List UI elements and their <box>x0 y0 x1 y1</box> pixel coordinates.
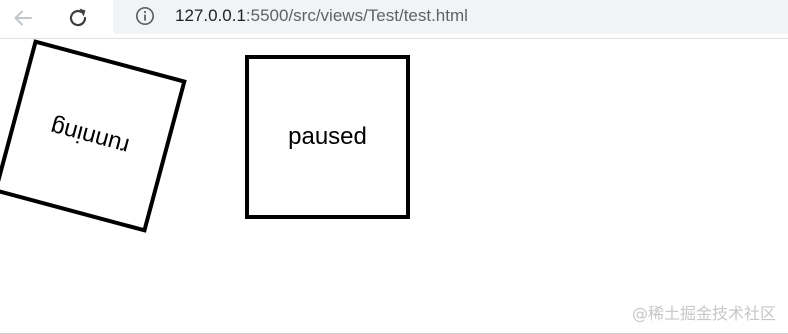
url-host: 127.0.0.1 <box>175 6 246 25</box>
watermark: @稀土掘金技术社区 <box>631 304 776 323</box>
paused-box: paused <box>245 55 410 219</box>
reload-button[interactable] <box>63 4 93 32</box>
browser-window: 127.0.0.1:5500/src/views/Test/test.html … <box>0 0 788 334</box>
browser-toolbar: 127.0.0.1:5500/src/views/Test/test.html <box>0 0 788 39</box>
paused-box-label: paused <box>288 123 367 150</box>
back-arrow-icon <box>14 10 32 26</box>
url-text[interactable]: 127.0.0.1:5500/src/views/Test/test.html <box>175 6 468 26</box>
running-box: running <box>0 39 187 233</box>
page-viewport: running paused @稀土掘金技术社区 <box>0 39 788 334</box>
reload-icon <box>69 8 87 27</box>
running-box-label: running <box>47 113 133 160</box>
info-icon[interactable] <box>135 6 155 26</box>
url-path: :5500/src/views/Test/test.html <box>245 6 468 25</box>
address-bar[interactable]: 127.0.0.1:5500/src/views/Test/test.html <box>113 0 788 34</box>
back-button[interactable] <box>8 4 38 32</box>
